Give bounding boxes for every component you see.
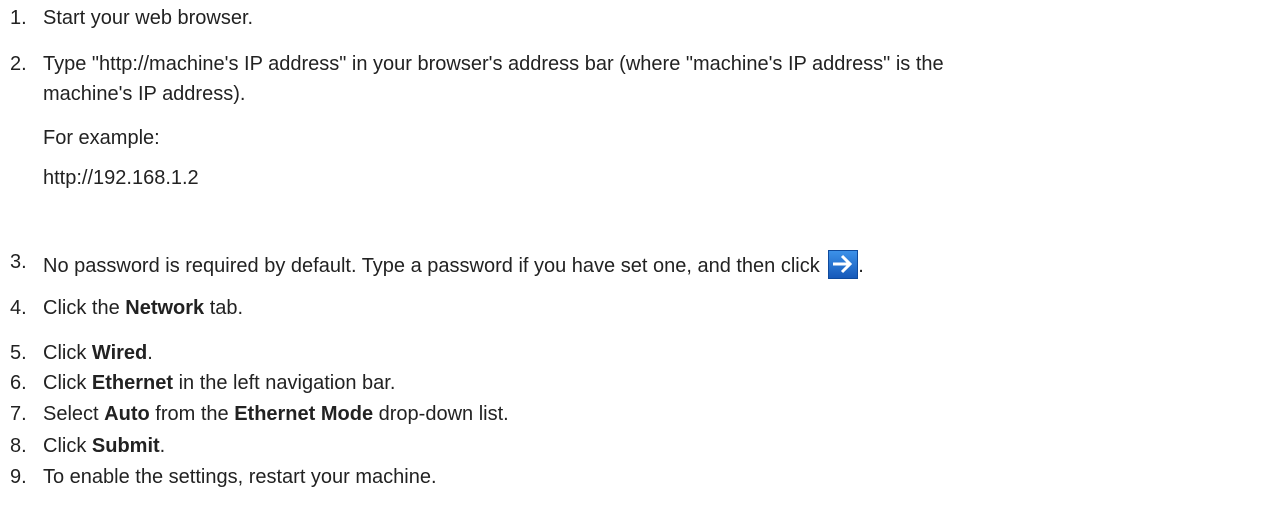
step-8: 8. Click Submit.: [0, 434, 1262, 458]
step-text-line-1: Type "http://machine's IP address" in yo…: [43, 53, 944, 75]
ui-term-wired: Wired: [91, 342, 148, 364]
step-number: 8.: [10, 435, 27, 457]
ui-term-auto: Auto: [104, 403, 150, 425]
step-text-end: .: [159, 435, 166, 457]
step-text-end: .: [858, 255, 864, 277]
step-text-line-2: machine's IP address).: [43, 83, 246, 105]
step-number: 1.: [10, 7, 27, 29]
step-4: 4. Click the Network tab.: [0, 296, 1262, 320]
step-text: Select: [43, 403, 105, 425]
arrow-right-icon[interactable]: [828, 250, 859, 279]
step-9: 9. To enable the settings, restart your …: [0, 465, 1262, 489]
step-2: 2. Type "http://machine's IP address" in…: [0, 52, 1262, 190]
step-5: 5. Click Wired.: [0, 341, 1262, 365]
step-text-mid: from the: [149, 403, 235, 425]
example-label: For example:: [43, 127, 160, 149]
ui-term-submit: Submit: [91, 435, 160, 457]
step-text: Start your web browser.: [43, 7, 254, 29]
step-text-end: tab.: [204, 297, 244, 319]
step-number: 7.: [10, 403, 27, 425]
step-text-end: drop-down list.: [373, 403, 509, 425]
step-text: Click the: [43, 297, 126, 319]
ui-term-ethernet-mode: Ethernet Mode: [234, 403, 374, 425]
step-7: 7. Select Auto from the Ethernet Mode dr…: [0, 402, 1262, 426]
ui-term-network: Network: [125, 297, 205, 319]
step-number: 3.: [10, 251, 27, 273]
step-number: 2.: [10, 53, 27, 75]
example-url: http://192.168.1.2: [43, 167, 199, 189]
step-text: Click: [43, 435, 92, 457]
step-text: Click: [43, 342, 92, 364]
step-number: 4.: [10, 297, 27, 319]
step-3: 3. No password is required by default. T…: [0, 250, 1262, 279]
step-text: No password is required by default. Type…: [43, 255, 826, 277]
step-text-end: .: [147, 342, 153, 364]
step-number: 5.: [10, 342, 27, 364]
step-number: 6.: [10, 372, 27, 394]
step-1: 1. Start your web browser.: [0, 6, 1262, 30]
step-text: To enable the settings, restart your mac…: [43, 466, 437, 488]
step-number: 9.: [10, 466, 27, 488]
step-text-end: in the left navigation bar.: [173, 372, 396, 394]
step-text: Click: [43, 372, 92, 394]
ui-term-ethernet: Ethernet: [91, 372, 174, 394]
step-6: 6. Click Ethernet in the left navigation…: [0, 371, 1262, 395]
